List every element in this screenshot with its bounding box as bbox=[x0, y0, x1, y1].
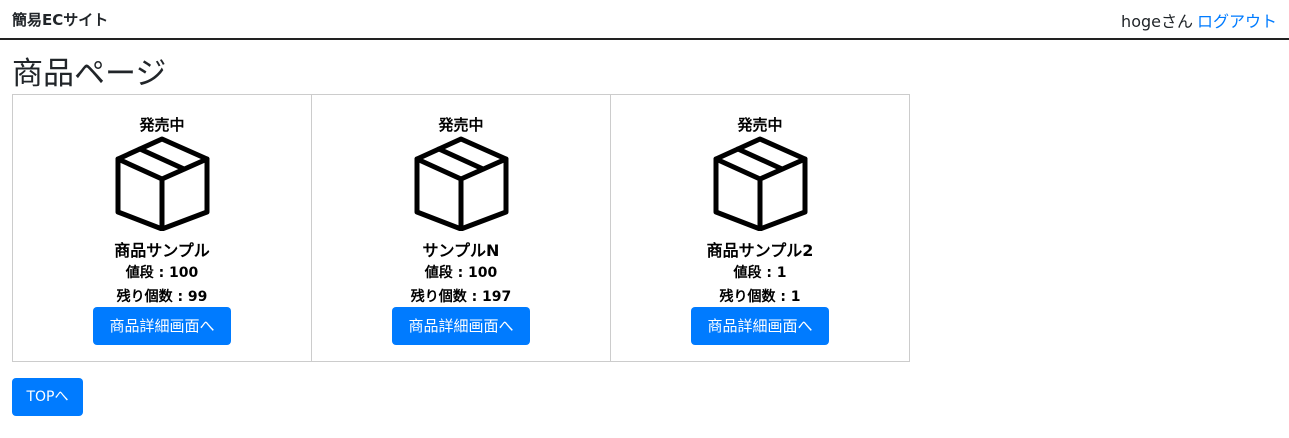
product-status: 発売中 bbox=[438, 116, 484, 134]
product-price: 値段 : 100 bbox=[125, 265, 199, 281]
product-stock: 残り個数 : 197 bbox=[410, 289, 512, 305]
user-area: hogeさん ログアウト bbox=[1121, 8, 1277, 32]
box-icon bbox=[115, 136, 210, 231]
product-card: 発売中 商品サンプル 値段 : 100 残り個数 : 99 商品詳細画面へ bbox=[12, 94, 312, 362]
product-status: 発売中 bbox=[737, 116, 783, 134]
top-button[interactable]: TOPへ bbox=[12, 378, 83, 416]
logout-link[interactable]: ログアウト bbox=[1197, 12, 1277, 31]
product-card: 発売中 商品サンプル2 値段 : 1 残り個数 : 1 商品詳細画面へ bbox=[610, 94, 910, 362]
product-detail-button[interactable]: 商品詳細画面へ bbox=[691, 307, 829, 345]
product-detail-button[interactable]: 商品詳細画面へ bbox=[392, 307, 530, 345]
product-card: 発売中 サンプルN 値段 : 100 残り個数 : 197 商品詳細画面へ bbox=[311, 94, 611, 362]
box-icon bbox=[713, 136, 808, 231]
product-stock: 残り個数 : 1 bbox=[719, 289, 801, 305]
product-detail-button[interactable]: 商品詳細画面へ bbox=[93, 307, 231, 345]
product-status: 発売中 bbox=[139, 116, 185, 134]
user-greeting: hogeさん bbox=[1121, 12, 1193, 31]
product-stock: 残り個数 : 99 bbox=[116, 289, 208, 305]
product-price: 値段 : 1 bbox=[733, 265, 787, 281]
brand-logo[interactable]: 簡易ECサイト bbox=[12, 9, 108, 30]
product-name: サンプルN bbox=[422, 241, 500, 260]
product-grid: 発売中 商品サンプル 値段 : 100 残り個数 : 99 商品詳細画面へ 発売… bbox=[12, 94, 910, 362]
product-name: 商品サンプル2 bbox=[706, 241, 814, 260]
product-name: 商品サンプル bbox=[114, 241, 210, 260]
page-title: 商品ページ bbox=[12, 56, 167, 92]
box-icon bbox=[414, 136, 509, 231]
navbar: 簡易ECサイト hogeさん ログアウト bbox=[0, 0, 1289, 40]
product-price: 値段 : 100 bbox=[424, 265, 498, 281]
